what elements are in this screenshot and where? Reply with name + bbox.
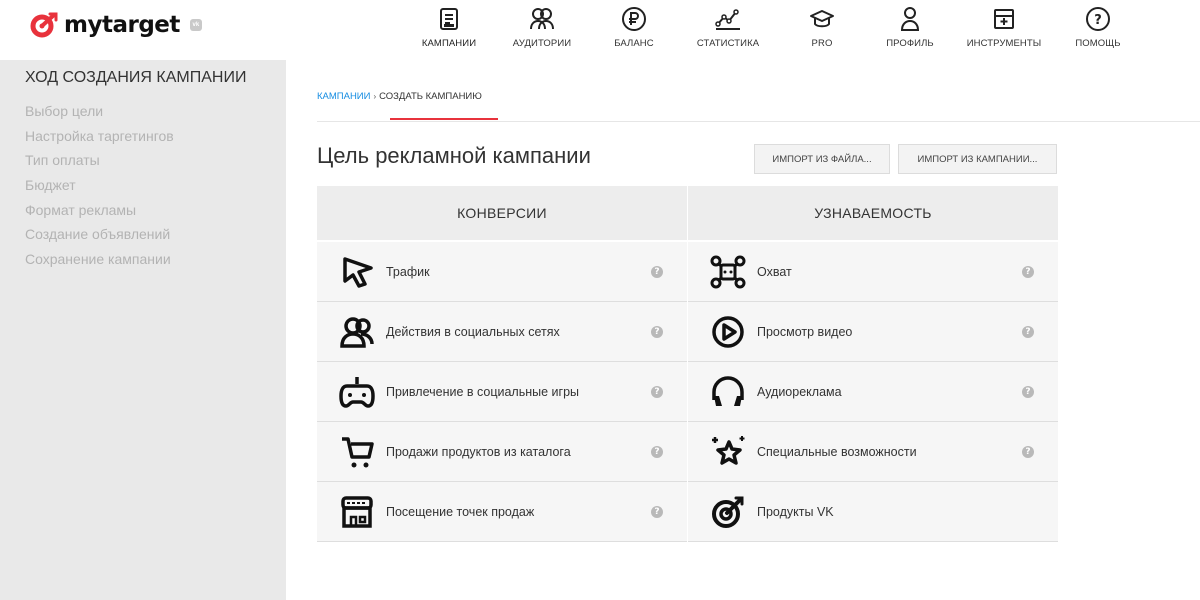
main-content: КАМПАНИИ › СОЗДАТЬ КАМПАНИЮ Цель рекламной… — [286, 60, 1200, 600]
stats-icon — [714, 4, 742, 34]
goal-label: Трафик — [386, 264, 430, 279]
sidebar: ХОД СОЗДАНИЯ КАМПАНИИ Выбор цели Настрой… — [0, 60, 286, 600]
nav-balance[interactable]: БАЛАНС — [604, 0, 664, 60]
conversions-header: КОНВЕРСИИ — [317, 186, 687, 242]
vk-badge-icon: vk — [189, 19, 202, 31]
logo-text: mytarget — [64, 12, 180, 38]
goal-store-visits[interactable]: Посещение точек продаж ? — [317, 482, 687, 542]
sidebar-step-budget: Бюджет — [25, 177, 76, 194]
logo-mark-icon — [30, 12, 58, 38]
mytarget-logo[interactable]: mytarget vk — [30, 10, 202, 40]
header-divider — [317, 121, 1200, 122]
nav-label: СТАТИСТИКА — [696, 38, 760, 49]
breadcrumb-separator: › — [373, 92, 377, 101]
help-icon[interactable]: ? — [651, 326, 663, 338]
stars-icon — [706, 430, 750, 474]
social-people-icon — [335, 310, 379, 354]
goal-catalog-sales[interactable]: Продажи продуктов из каталога ? — [317, 422, 687, 482]
goal-label: Посещение точек продаж — [386, 504, 535, 519]
goal-social-games[interactable]: Привлечение в социальные игры ? — [317, 362, 687, 422]
goal-label: Продажи продуктов из каталога — [386, 444, 571, 459]
awareness-header: УЗНАВАЕМОСТЬ — [688, 186, 1058, 242]
cart-icon — [335, 430, 379, 474]
help-icon[interactable]: ? — [651, 266, 663, 278]
sidebar-step-ads: Создание объявлений — [25, 226, 171, 243]
headphones-icon — [706, 370, 750, 414]
goal-vk-products[interactable]: Продукты VK — [688, 482, 1058, 542]
nav-label: АУДИТОРИИ — [512, 38, 572, 49]
target-icon — [706, 490, 750, 534]
sidebar-steps: Выбор цели Настройка таргетингов Тип опл… — [25, 99, 174, 272]
goal-label: Продукты VK — [757, 504, 834, 519]
ruble-icon — [621, 4, 647, 34]
nav-profile[interactable]: ПРОФИЛЬ — [880, 0, 940, 60]
document-icon — [438, 4, 460, 34]
sidebar-step-format: Формат рекламы — [25, 201, 137, 218]
sidebar-title: ХОД СОЗДАНИЯ КАМПАНИИ — [25, 69, 247, 86]
audience-icon — [529, 4, 555, 34]
top-bar: mytarget vk КАМПАНИИ АУДИТОРИИ БАЛАНС СТ… — [0, 0, 1200, 60]
nav-campaigns[interactable]: КАМПАНИИ — [412, 0, 486, 60]
nav-tools[interactable]: ИНСТРУМЕНТЫ — [962, 0, 1046, 60]
profile-icon — [899, 4, 921, 34]
help-icon[interactable]: ? — [651, 446, 663, 458]
goal-label: Привлечение в социальные игры — [386, 384, 580, 399]
tools-icon — [992, 4, 1016, 34]
awareness-column: УЗНАВАЕМОСТЬ Охват ? Просмотр видео ? Ау… — [688, 186, 1058, 542]
import-from-campaign-button[interactable]: ИМПОРТ ИЗ КАМПАНИИ... — [898, 144, 1057, 174]
help-circle-icon: ? — [1085, 4, 1111, 34]
goal-special-opportunities[interactable]: Специальные возможности ? — [688, 422, 1058, 482]
breadcrumb: КАМПАНИИ › СОЗДАТЬ КАМПАНИЮ — [317, 91, 482, 102]
nav-label: ИНСТРУМЕНТЫ — [966, 38, 1042, 49]
graduation-cap-icon — [809, 4, 835, 34]
sidebar-step-payment: Тип оплаты — [25, 152, 100, 169]
goal-traffic[interactable]: Трафик ? — [317, 242, 687, 302]
goal-video-views[interactable]: Просмотр видео ? — [688, 302, 1058, 362]
nav-audiences[interactable]: АУДИТОРИИ — [502, 0, 582, 60]
nav-label: ПОМОЩЬ — [1075, 38, 1121, 49]
nav-label: PRO — [811, 38, 833, 49]
import-from-file-button[interactable]: ИМПОРТ ИЗ ФАЙЛА... — [754, 144, 890, 174]
nav-help[interactable]: ? ПОМОЩЬ — [1070, 0, 1126, 60]
help-icon[interactable]: ? — [1022, 386, 1034, 398]
conversions-column: КОНВЕРСИИ Трафик ? Действия в социальных… — [317, 186, 687, 542]
help-icon[interactable]: ? — [1022, 326, 1034, 338]
help-icon[interactable]: ? — [651, 386, 663, 398]
svg-text:?: ? — [1094, 13, 1102, 28]
store-icon — [335, 490, 379, 534]
goal-social-actions[interactable]: Действия в социальных сетях ? — [317, 302, 687, 362]
breadcrumb-campaigns-link[interactable]: КАМПАНИИ — [317, 91, 370, 102]
reach-nodes-icon — [706, 250, 750, 294]
nav-label: КАМПАНИИ — [421, 38, 477, 49]
breadcrumb-current: СОЗДАТЬ КАМПАНИЮ — [379, 91, 482, 102]
active-tab-underline — [390, 118, 498, 120]
help-icon[interactable]: ? — [1022, 266, 1034, 278]
help-icon[interactable]: ? — [651, 506, 663, 518]
play-icon — [706, 310, 750, 354]
gamepad-icon — [335, 370, 379, 414]
goal-audio-ads[interactable]: Аудиореклама ? — [688, 362, 1058, 422]
goal-reach[interactable]: Охват ? — [688, 242, 1058, 302]
goal-label: Охват — [757, 264, 792, 279]
nav-label: БАЛАНС — [614, 38, 654, 49]
goal-label: Специальные возможности — [757, 444, 917, 459]
page-title: Цель рекламной кампании — [317, 143, 591, 168]
goal-label: Действия в социальных сетях — [386, 324, 560, 339]
help-icon[interactable]: ? — [1022, 446, 1034, 458]
sidebar-step-targeting: Настройка таргетингов — [25, 127, 174, 144]
goal-label: Аудиореклама — [757, 384, 842, 399]
nav-statistics[interactable]: СТАТИСТИКА — [688, 0, 768, 60]
goal-label: Просмотр видео — [757, 324, 853, 339]
nav-label: ПРОФИЛЬ — [886, 38, 934, 49]
sidebar-step-save: Сохранение кампании — [25, 251, 171, 268]
nav-pro[interactable]: PRO — [797, 0, 847, 60]
sidebar-step-goal: Выбор цели — [25, 103, 104, 119]
cursor-icon — [335, 250, 379, 294]
